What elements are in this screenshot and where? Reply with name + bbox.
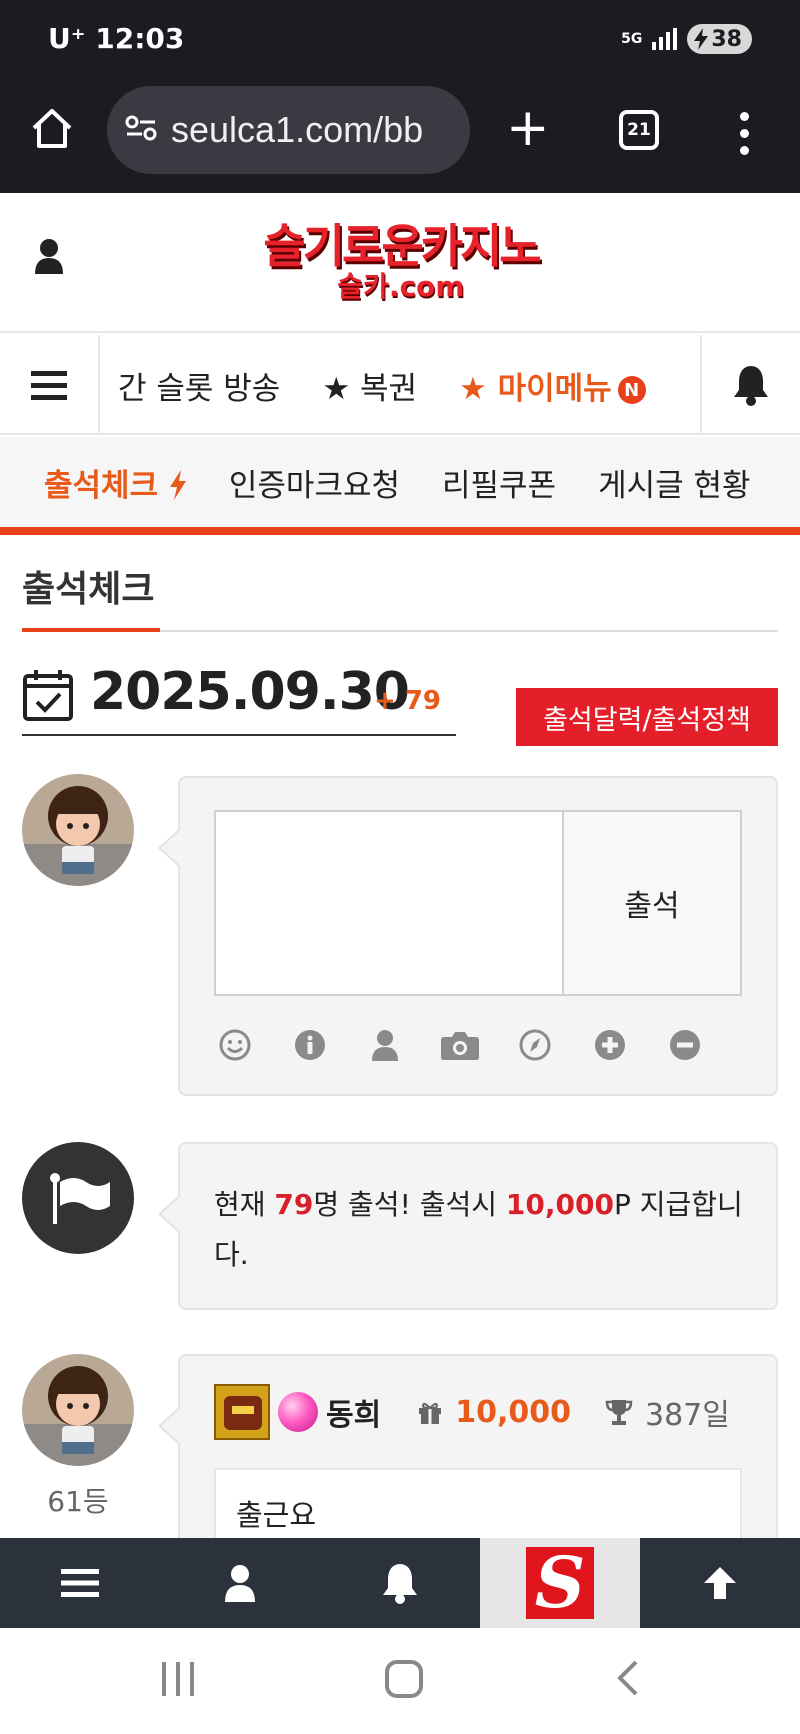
bottom-toolbar: S (0, 1538, 800, 1628)
submenu-attendance-label: 출석체크 (44, 467, 159, 504)
notice-prefix: 현재 (214, 1188, 275, 1221)
minus-circle-icon[interactable] (664, 1024, 706, 1066)
submenu-refill-coupon[interactable]: 리필쿠폰 (442, 460, 556, 505)
logo-sub-text: 슬카.com (337, 270, 465, 303)
calendar-check-icon (22, 668, 74, 726)
bottom-user-icon[interactable] (160, 1538, 320, 1628)
nav-item-my-menu-wrap[interactable]: ★ 마이메뉴 N (459, 363, 646, 408)
system-back-icon[interactable] (612, 1658, 642, 1702)
attendance-count: 79 (274, 1188, 314, 1221)
user-icon[interactable] (364, 1024, 406, 1066)
compass-icon[interactable] (514, 1024, 556, 1066)
submenu-attendance[interactable]: 출석체크 (44, 460, 187, 505)
submenu-verify-mark[interactable]: 인증마크요청 (229, 460, 400, 505)
signal-icon (652, 28, 678, 50)
gift-icon (419, 1402, 442, 1424)
nav-items: 간 슬롯 방송 ★ 복권 ★ 마이메뉴 N (118, 335, 646, 435)
composer-toolbar (214, 1024, 706, 1066)
flag-icon (50, 1173, 110, 1224)
attendance-policy-button[interactable]: 출석달력/출석정책 (516, 688, 778, 746)
page-title: 출석체크 (22, 569, 155, 610)
flag-avatar (22, 1142, 134, 1254)
address-bar[interactable]: seulca1.com/bb (107, 86, 470, 174)
battery-indicator: 38 (687, 24, 752, 54)
s-logo-icon: S (526, 1547, 594, 1619)
tab-switcher-button[interactable]: 21 (619, 110, 659, 150)
nav-item-my-menu[interactable]: ★ 마이메뉴 (459, 371, 612, 407)
logo-main-text: 슬기로운카지노 (263, 219, 541, 273)
entry-days: 387일 (644, 1398, 730, 1433)
bottom-site-logo[interactable]: S (480, 1538, 640, 1628)
main-nav: 간 슬롯 방송 ★ 복권 ★ 마이메뉴 N (0, 335, 800, 435)
new-badge: N (617, 376, 646, 404)
user-icon[interactable] (34, 238, 64, 278)
site-logo[interactable]: 슬기로운카지노 슬카.com (236, 221, 566, 303)
attendance-composer: 출석 (158, 776, 778, 1096)
smile-icon[interactable] (214, 1024, 256, 1066)
attendance-count-delta: + 79 (374, 686, 442, 716)
home-icon[interactable] (30, 106, 74, 154)
network-type: 5G (621, 31, 643, 47)
notice-middle: 명 출석! 출석시 (313, 1188, 506, 1221)
plus-circle-icon[interactable] (589, 1024, 631, 1066)
lightning-icon (169, 469, 186, 500)
info-icon[interactable] (289, 1024, 331, 1066)
entry-points: 10,000 (455, 1394, 571, 1430)
entry-avatar[interactable] (22, 1354, 134, 1466)
nav-item-slot-broadcast[interactable]: 간 슬롯 방송 (118, 363, 280, 408)
browser-toolbar: seulca1.com/bb + 21 (0, 80, 800, 193)
url-text: seulca1.com/bb (171, 109, 424, 150)
bottom-menu-icon[interactable] (0, 1538, 160, 1628)
bottom-bell-icon[interactable] (320, 1538, 480, 1628)
pink-orb-icon (278, 1392, 318, 1432)
date-row: 2025.09.30 + 79 (22, 662, 456, 736)
title-accent (22, 628, 160, 632)
carrier-time: U⁺ 12:03 (48, 22, 184, 55)
browser-menu-icon[interactable] (740, 112, 749, 155)
carrier-label: U⁺ (48, 22, 86, 55)
entry-rank: 61등 (47, 1485, 109, 1518)
submenu-post-status[interactable]: 게시글 현황 (598, 460, 750, 505)
charging-icon (694, 28, 709, 50)
hamburger-menu-icon[interactable] (0, 335, 100, 435)
trophy-icon (605, 1400, 633, 1425)
scroll-top-icon[interactable] (640, 1538, 800, 1628)
site-settings-icon[interactable] (125, 114, 157, 146)
attendance-date: 2025.09.30 (90, 662, 410, 722)
system-home-icon[interactable] (385, 1660, 423, 1698)
status-icons: 5G 38 (621, 24, 752, 54)
reward-points: 10,000 (505, 1188, 614, 1221)
notice-text: 현재 79명 출석! 출석시 10,000P 지급합니다. (214, 1180, 756, 1280)
system-nav-bar (0, 1628, 800, 1734)
avatar[interactable] (22, 774, 134, 886)
entry-header: 동희 10,000 387일 (214, 1384, 730, 1440)
camera-icon[interactable] (439, 1024, 481, 1066)
sub-menu: 출석체크 인증마크요청 리필쿠폰 게시글 현황 (0, 437, 800, 535)
recent-apps-icon[interactable] (162, 1662, 194, 1696)
battery-level: 38 (711, 26, 742, 52)
checkin-button[interactable]: 출석 (564, 810, 742, 996)
bell-icon[interactable] (700, 335, 800, 435)
new-tab-icon[interactable]: + (506, 102, 550, 154)
status-bar: U⁺ 12:03 5G 38 (0, 0, 800, 80)
attendance-comment-input[interactable] (214, 810, 564, 996)
clock: 12:03 (95, 22, 185, 55)
entry-username[interactable]: 동희 (326, 1390, 381, 1434)
nav-item-lottery[interactable]: ★ 복권 (322, 363, 417, 408)
attendance-notice: 현재 79명 출석! 출석시 10,000P 지급합니다. (158, 1142, 778, 1310)
site-header: 슬기로운카지노 슬카.com (0, 193, 800, 333)
level-emblem-icon (214, 1384, 270, 1440)
